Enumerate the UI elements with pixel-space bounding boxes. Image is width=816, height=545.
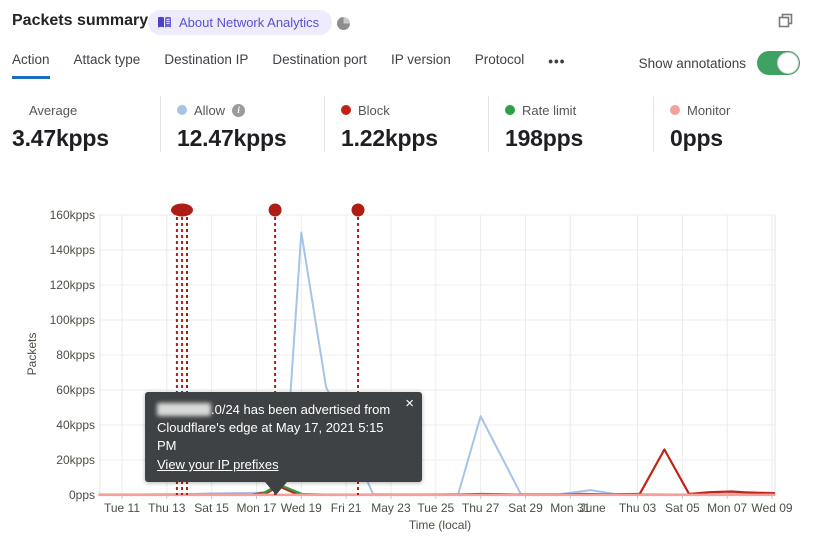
y-axis-tick: 120kpps — [49, 278, 95, 292]
y-axis-tick: 20kpps — [56, 453, 95, 467]
redacted-ip-prefix — [157, 403, 211, 416]
annotation-tooltip: × .0/24 has been advertised from Cloudfl… — [145, 392, 422, 495]
view-ip-prefixes-link[interactable]: View your IP prefixes — [157, 456, 279, 474]
x-axis-tick: Wed 09 — [751, 501, 793, 515]
y-axis-tick: 160kpps — [49, 208, 95, 222]
network-analytics-panel: Packets summary About Network Analytics … — [0, 0, 816, 545]
y-axis-tick: 40kpps — [56, 418, 95, 432]
x-axis-title: Time (local) — [408, 518, 472, 532]
annotation-marker[interactable] — [351, 203, 365, 217]
y-axis-title: Packets — [25, 332, 39, 376]
annotation-marker[interactable] — [170, 203, 193, 217]
tooltip-caret — [265, 482, 287, 495]
annotation-marker[interactable] — [268, 203, 282, 217]
close-icon[interactable]: × — [405, 396, 414, 412]
y-axis-tick: 0pps — [68, 488, 95, 502]
y-axis-tick: 140kpps — [49, 243, 95, 257]
